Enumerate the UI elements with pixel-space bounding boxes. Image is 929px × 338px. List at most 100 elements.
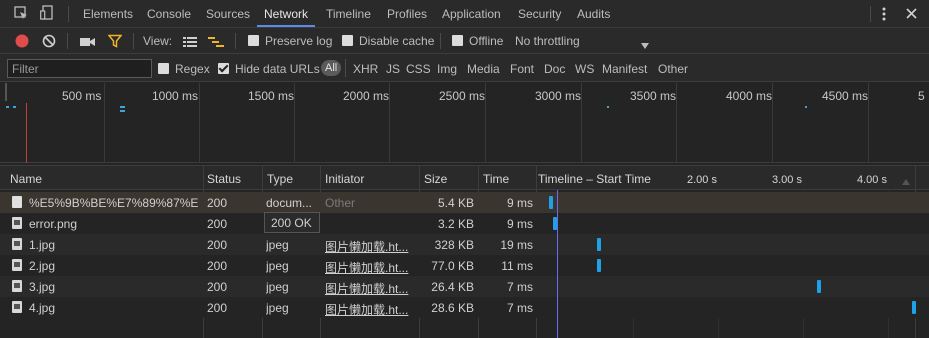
type-filter-js[interactable]: JS [386,62,400,76]
cell-type: jpeg [266,280,289,294]
tab-sources[interactable]: Sources [206,7,250,21]
device-toolbar-icon[interactable] [40,5,54,21]
table-row[interactable]: error.png200png3.2 KB9 ms [0,213,929,234]
preserve-log-checkbox[interactable] [248,35,259,46]
column-header-size[interactable]: Size [424,172,447,186]
timing-bar[interactable] [549,196,553,209]
type-filter-doc[interactable]: Doc [544,62,565,76]
column-header-name[interactable]: Name [10,172,42,186]
cell-status: 200 [207,301,228,315]
overview-tick-4000: 4000 ms [726,89,773,103]
filter-input[interactable] [7,59,152,78]
cell-type: docum... [266,196,313,210]
overview-request-dot [120,110,125,112]
tab-audits[interactable]: Audits [577,7,610,21]
load-event-marker [26,103,27,163]
type-filter-all[interactable]: All [321,60,342,76]
table-row[interactable]: 1.jpg 200 jpeg 图片懒加载.ht... 328 KB 19 ms [0,234,929,255]
cell-initiator[interactable]: 图片懒加载.ht... [325,280,415,297]
active-tab-indicator [257,25,315,27]
cell-initiator[interactable]: 图片懒加载.ht... [325,301,415,318]
table-row[interactable]: 3.jpg 200 jpeg 图片懒加载.ht... 26.4 KB 7 ms [0,276,929,297]
cell-time: 7 ms [506,280,533,294]
cell-size: 77.0 KB [431,259,474,273]
regex-label[interactable]: Regex [175,62,210,76]
overview-tick-500: 500 ms [62,89,102,103]
sort-ascending-icon[interactable] [902,174,910,185]
overview-request-dot [13,106,16,108]
overview-selection-handle[interactable] [5,83,7,101]
cell-initiator[interactable]: 图片懒加载.ht... [325,238,415,255]
table-row[interactable]: %E5%9B%BE%E7%89%87%E6... 200 docum... Other… [0,192,929,213]
cell-name[interactable]: 4.jpg [29,301,199,315]
cell-initiator[interactable]: Other [325,196,415,210]
column-header-type[interactable]: Type [267,172,293,186]
clear-icon[interactable] [42,34,56,48]
throttling-select[interactable]: No throttling [515,34,580,48]
inspect-element-icon[interactable] [14,6,28,20]
type-filter-css[interactable]: CSS [406,62,431,76]
hide-data-urls-checkbox[interactable] [218,63,229,74]
overview-tick-2500: 2500 ms [439,89,486,103]
record-icon[interactable] [15,34,29,48]
cell-name[interactable]: 2.jpg [29,259,199,273]
type-filter-xhr[interactable]: XHR [353,62,378,76]
cell-name[interactable]: error.png [29,217,199,231]
disable-cache-label[interactable]: Disable cache [359,34,434,48]
image-icon [12,238,22,250]
type-filter-media[interactable]: Media [467,62,500,76]
type-filter-img[interactable]: Img [437,62,457,76]
cell-name[interactable]: 1.jpg [29,238,199,252]
cell-initiator[interactable]: 图片懒加载.ht... [325,259,415,276]
offline-checkbox[interactable] [452,35,463,46]
cell-size: 328 KB [434,238,474,252]
image-icon [12,217,22,229]
tab-application[interactable]: Application [442,7,501,21]
tab-security[interactable]: Security [518,7,561,21]
cell-status: 200 [207,280,228,294]
column-header-timeline[interactable]: Timeline – Start Time [538,172,651,186]
cell-type: jpeg [266,301,289,315]
chevron-down-icon[interactable] [641,38,649,49]
cell-size: 28.6 KB [431,301,474,315]
timing-bar[interactable] [596,238,601,251]
large-rows-icon[interactable] [183,36,197,47]
cell-status: 200 [207,196,228,210]
type-filter-ws[interactable]: WS [575,62,594,76]
timing-bar[interactable] [912,301,917,314]
filter-funnel-icon[interactable] [107,34,123,48]
tab-profiles[interactable]: Profiles [387,7,427,21]
cell-status: 200 [207,238,228,252]
request-table-header: Name Status Type Initiator Size Time Tim… [0,165,929,190]
tab-timeline[interactable]: Timeline [326,7,371,21]
hide-data-urls-label[interactable]: Hide data URLs [235,62,320,76]
column-header-initiator[interactable]: Initiator [325,172,364,186]
screenshot-camera-icon[interactable] [80,36,95,46]
waterfall-overview-icon[interactable] [208,36,224,47]
regex-checkbox[interactable] [158,63,169,74]
column-header-time[interactable]: Time [483,172,509,186]
tab-console[interactable]: Console [147,7,191,21]
image-icon [12,280,22,292]
type-filter-font[interactable]: Font [510,62,534,76]
type-filter-manifest[interactable]: Manifest [602,62,647,76]
cell-time: 9 ms [506,217,533,231]
vertical-dots-icon[interactable] [882,7,886,21]
cell-status: 200 [207,217,228,231]
table-row[interactable]: 2.jpg 200 jpeg 图片懒加载.ht... 77.0 KB 11 ms [0,255,929,276]
offline-label[interactable]: Offline [469,34,503,48]
column-header-status[interactable]: Status [207,172,241,186]
type-filter-other[interactable]: Other [658,62,688,76]
cell-name[interactable]: %E5%9B%BE%E7%89%87%E6... [29,196,199,210]
close-icon[interactable] [906,8,917,19]
tab-network[interactable]: Network [264,7,308,21]
network-overview[interactable]: 500 ms 1000 ms 1500 ms 2000 ms 2500 ms 3… [0,83,929,163]
cell-name[interactable]: 3.jpg [29,280,199,294]
view-label: View: [143,34,173,48]
table-row[interactable]: 4.jpg 200 jpeg 图片懒加载.ht... 28.6 KB 7 ms [0,297,929,318]
preserve-log-label[interactable]: Preserve log [265,34,332,48]
timing-bar[interactable] [596,259,601,272]
timing-bar[interactable] [816,280,821,293]
tab-elements[interactable]: Elements [83,7,133,21]
disable-cache-checkbox[interactable] [342,35,353,46]
